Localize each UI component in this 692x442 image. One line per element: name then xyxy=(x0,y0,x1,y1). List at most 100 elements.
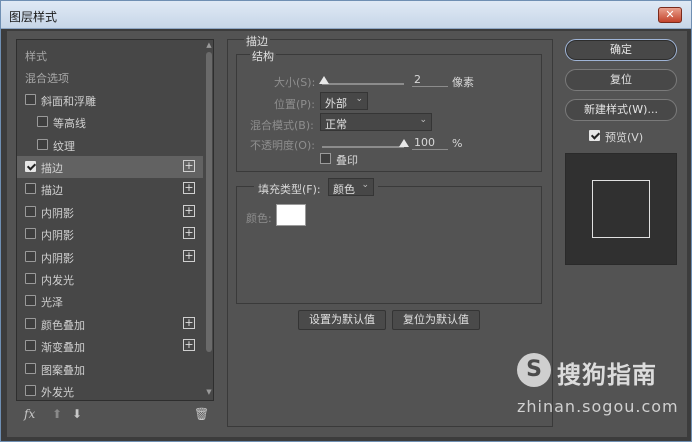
style-checkbox[interactable] xyxy=(37,138,48,150)
style-checkbox[interactable] xyxy=(25,362,36,374)
style-checkbox[interactable] xyxy=(25,161,36,172)
size-label: 大小(S): xyxy=(274,76,316,89)
list-item[interactable]: 等高线 xyxy=(17,111,203,133)
list-item-label: 斜面和浮雕 xyxy=(41,94,96,108)
arrow-down-icon[interactable]: ⬇ xyxy=(72,407,82,421)
list-item-label: 外发光 xyxy=(41,386,74,399)
list-item[interactable]: 样式 xyxy=(17,44,203,66)
list-item-label: 图案叠加 xyxy=(41,363,85,377)
watermark-brand: 搜狗指南 xyxy=(557,361,657,389)
list-item[interactable]: 内阴影 + xyxy=(17,201,203,223)
style-checkbox[interactable] xyxy=(25,340,36,352)
list-scrollbar[interactable]: ▲ ▼ xyxy=(204,40,213,400)
list-item-label: 内阴影 xyxy=(41,206,74,220)
color-swatch[interactable] xyxy=(276,204,306,226)
add-icon[interactable]: + xyxy=(183,339,195,352)
list-item[interactable]: 内阴影 + xyxy=(17,223,203,245)
fill-type-value: 颜色 xyxy=(333,183,355,196)
style-checkbox[interactable] xyxy=(25,205,36,217)
opacity-slider[interactable] xyxy=(322,146,404,148)
window-title: 图层样式 xyxy=(9,10,58,24)
trash-icon[interactable]: 🗑 xyxy=(194,407,209,421)
new-style-button[interactable]: 新建样式(W)... xyxy=(565,99,677,121)
list-item-label: 纹理 xyxy=(53,139,75,153)
list-item-label: 样式 xyxy=(25,50,47,63)
list-item-label: 等高线 xyxy=(53,117,86,131)
list-item-label: 描边 xyxy=(41,184,63,198)
scroll-down-icon[interactable]: ▼ xyxy=(205,388,213,398)
scroll-thumb[interactable] xyxy=(206,52,212,352)
styles-footer: fx ⬆ ⬇ 🗑 xyxy=(16,403,214,427)
list-item[interactable]: 图案叠加 xyxy=(17,358,203,380)
close-button[interactable]: ✕ xyxy=(658,7,682,23)
style-checkbox[interactable] xyxy=(25,385,36,396)
list-item-label: 混合选项 xyxy=(25,72,69,86)
stroke-section-title: 描边 xyxy=(244,33,270,49)
sogou-logo-icon: S xyxy=(517,353,551,387)
chevron-down-icon: ⌄ xyxy=(361,180,369,190)
chevron-down-icon: ⌄ xyxy=(355,94,363,104)
list-item[interactable]: 内阴影 + xyxy=(17,246,203,268)
add-icon[interactable]: + xyxy=(183,160,195,172)
style-checkbox[interactable] xyxy=(25,228,36,240)
position-label: 位置(P): xyxy=(274,98,315,111)
style-checkbox[interactable] xyxy=(25,273,36,284)
preview-label: 预览(V) xyxy=(605,131,644,144)
structure-title: 结构 xyxy=(250,48,276,64)
size-unit: 像素 xyxy=(452,76,474,89)
arrow-up-icon[interactable]: ⬆ xyxy=(52,407,62,421)
overprint-checkbox[interactable] xyxy=(320,153,331,164)
fx-icon[interactable]: fx xyxy=(24,407,35,421)
layer-style-dialog: 图层样式 ✕ 样式 混合选项 斜面和浮雕 等高线 纹理 描边 + 描边 + 内阴影 + 内阴影 + 内阴影… xyxy=(0,0,692,442)
size-slider-thumb[interactable] xyxy=(318,76,329,84)
list-item-label: 光泽 xyxy=(41,296,63,310)
list-item[interactable]: 光泽 xyxy=(17,290,203,312)
position-select[interactable]: 外部 ⌄ xyxy=(320,92,368,110)
style-checkbox[interactable] xyxy=(25,93,36,105)
list-item[interactable]: 斜面和浮雕 xyxy=(17,89,203,111)
list-item[interactable]: 内发光 xyxy=(17,268,203,290)
scroll-up-icon[interactable]: ▲ xyxy=(205,41,213,51)
add-icon[interactable]: + xyxy=(183,249,195,262)
size-input[interactable]: 2 xyxy=(412,73,448,87)
fill-type-label: 填充类型(F): xyxy=(258,183,321,196)
style-checkbox[interactable] xyxy=(25,295,36,307)
add-icon[interactable]: + xyxy=(183,316,195,329)
list-item-label: 内阴影 xyxy=(41,229,74,243)
style-checkbox[interactable] xyxy=(37,116,48,128)
add-icon[interactable]: + xyxy=(183,182,195,195)
blend-mode-label: 混合模式(B): xyxy=(250,119,314,132)
ok-button[interactable]: 确定 xyxy=(565,39,677,61)
opacity-input[interactable]: 100 xyxy=(412,136,448,150)
list-item[interactable]: 纹理 xyxy=(17,134,203,156)
chevron-down-icon: ⌄ xyxy=(419,115,427,125)
list-item[interactable]: 颜色叠加 + xyxy=(17,313,203,335)
list-item[interactable]: 外发光 xyxy=(17,380,203,400)
preview-shape xyxy=(592,180,650,238)
list-item-label: 渐变叠加 xyxy=(41,341,85,355)
preview-checkbox[interactable] xyxy=(589,130,600,141)
opacity-slider-thumb[interactable] xyxy=(399,139,409,147)
reset-default-button[interactable]: 复位为默认值 xyxy=(392,310,480,330)
color-label: 颜色: xyxy=(246,212,272,225)
make-default-button[interactable]: 设置为默认值 xyxy=(298,310,386,330)
fill-type-select[interactable]: 颜色 ⌄ xyxy=(328,178,374,196)
stroke-panel: 描边 结构 大小(S): 2 像素 位置(P): 外部 ⌄ 混合模式(B): 正… xyxy=(227,33,553,427)
add-icon[interactable]: + xyxy=(183,204,195,217)
list-item[interactable]: 混合选项 xyxy=(17,66,203,88)
title-bar: 图层样式 ✕ xyxy=(1,1,691,29)
opacity-label: 不透明度(O): xyxy=(250,139,315,152)
style-checkbox[interactable] xyxy=(25,250,36,262)
style-checkbox[interactable] xyxy=(25,183,36,195)
list-item[interactable]: 描边 + xyxy=(17,156,203,178)
style-checkbox[interactable] xyxy=(25,317,36,329)
size-slider[interactable] xyxy=(322,83,404,85)
reset-button[interactable]: 复位 xyxy=(565,69,677,91)
list-item[interactable]: 描边 + xyxy=(17,178,203,200)
list-item-label: 内发光 xyxy=(41,274,74,287)
blend-mode-select[interactable]: 正常 ⌄ xyxy=(320,113,432,131)
blend-mode-value: 正常 xyxy=(325,118,347,131)
position-value: 外部 xyxy=(325,97,347,110)
list-item[interactable]: 渐变叠加 + xyxy=(17,335,203,357)
add-icon[interactable]: + xyxy=(183,227,195,240)
